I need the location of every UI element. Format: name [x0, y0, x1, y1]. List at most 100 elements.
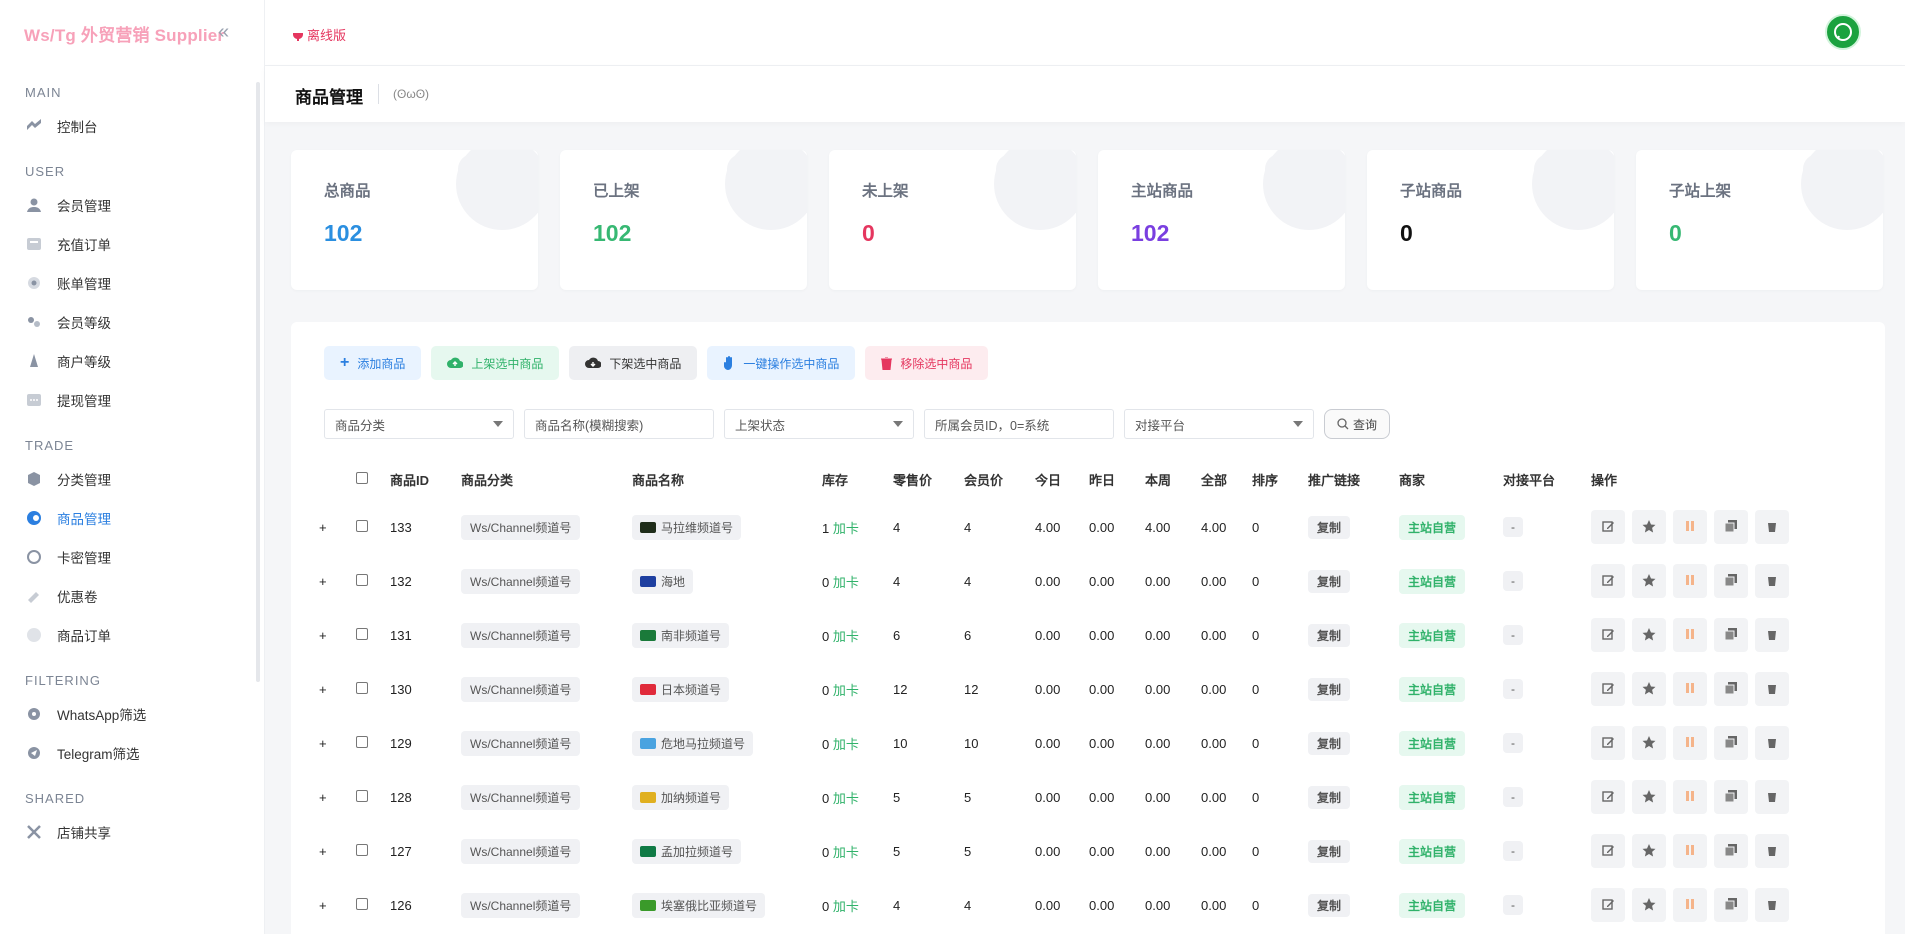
platform-select[interactable]: 对接平台 — [1124, 409, 1314, 439]
category-select[interactable]: 商品分类 — [324, 409, 514, 439]
sidebar-scrollbar[interactable] — [256, 82, 260, 682]
star-button[interactable] — [1632, 564, 1666, 598]
product-name-tag[interactable]: 埃塞俄比亚频道号 — [632, 892, 766, 918]
row-checkbox[interactable] — [356, 735, 368, 748]
copy-link-button[interactable]: 复制 — [1308, 569, 1351, 593]
add-card-link[interactable]: 加卡 — [833, 791, 859, 806]
duplicate-button[interactable] — [1714, 618, 1748, 652]
duplicate-button[interactable] — [1714, 834, 1748, 868]
expand-row-icon[interactable]: + — [317, 500, 356, 554]
star-button[interactable] — [1632, 888, 1666, 922]
star-button[interactable] — [1632, 780, 1666, 814]
star-button[interactable] — [1632, 618, 1666, 652]
query-button[interactable]: 查询 — [1324, 409, 1390, 439]
expand-row-icon[interactable]: + — [317, 878, 356, 932]
sidebar-item[interactable]: 控制台 — [25, 106, 264, 145]
product-name-tag[interactable]: 日本频道号 — [632, 676, 730, 702]
sidebar-item[interactable]: 店铺共享 — [25, 812, 264, 851]
edit-button[interactable] — [1591, 888, 1625, 922]
edit-button[interactable] — [1591, 672, 1625, 706]
sidebar-item[interactable]: 商品管理 — [25, 498, 264, 537]
row-checkbox[interactable] — [356, 897, 368, 910]
offline-badge[interactable]: 离线版 — [293, 25, 346, 44]
expand-row-icon[interactable]: + — [317, 554, 356, 608]
sidebar-item[interactable]: 充值订单 — [25, 224, 264, 263]
duplicate-button[interactable] — [1714, 780, 1748, 814]
expand-row-icon[interactable]: + — [317, 716, 356, 770]
pause-button[interactable] — [1673, 510, 1707, 544]
unlist-selected-button[interactable]: 下架选中商品 — [569, 346, 698, 380]
product-name-tag[interactable]: 南非频道号 — [632, 622, 730, 648]
copy-link-button[interactable]: 复制 — [1308, 839, 1351, 863]
row-checkbox[interactable] — [356, 681, 368, 694]
product-name-tag[interactable]: 马拉维频道号 — [632, 514, 742, 540]
expand-row-icon[interactable]: + — [317, 608, 356, 662]
delete-button[interactable] — [1755, 888, 1789, 922]
pause-button[interactable] — [1673, 618, 1707, 652]
row-checkbox[interactable] — [356, 843, 368, 856]
row-checkbox[interactable] — [356, 789, 368, 802]
pause-button[interactable] — [1673, 726, 1707, 760]
row-checkbox[interactable] — [356, 627, 368, 640]
member-id-input[interactable]: 所属会员ID，0=系统 — [924, 409, 1114, 439]
duplicate-button[interactable] — [1714, 564, 1748, 598]
sidebar-item[interactable]: 优惠卷 — [25, 576, 264, 615]
pause-button[interactable] — [1673, 672, 1707, 706]
add-card-link[interactable]: 加卡 — [833, 845, 859, 860]
sidebar-item[interactable]: 提现管理 — [25, 380, 264, 419]
edit-button[interactable] — [1591, 510, 1625, 544]
add-product-button[interactable]: + 添加商品 — [324, 346, 422, 380]
status-select[interactable]: 上架状态 — [724, 409, 914, 439]
product-name-tag[interactable]: 加纳频道号 — [632, 784, 730, 810]
product-name-tag[interactable]: 危地马拉频道号 — [632, 730, 754, 756]
row-checkbox[interactable] — [356, 573, 368, 586]
edit-button[interactable] — [1591, 618, 1625, 652]
copy-link-button[interactable]: 复制 — [1308, 623, 1351, 647]
duplicate-button[interactable] — [1714, 726, 1748, 760]
star-button[interactable] — [1632, 672, 1666, 706]
bulk-action-button[interactable]: 一键操作选中商品 — [707, 346, 856, 380]
sidebar-item[interactable]: 会员管理 — [25, 185, 264, 224]
star-button[interactable] — [1632, 726, 1666, 760]
edit-button[interactable] — [1591, 564, 1625, 598]
collapse-sidebar-icon[interactable]: « — [218, 22, 238, 42]
expand-row-icon[interactable]: + — [317, 824, 356, 878]
product-name-input[interactable]: 商品名称(模糊搜索) — [524, 409, 714, 439]
delete-button[interactable] — [1755, 510, 1789, 544]
star-button[interactable] — [1632, 834, 1666, 868]
add-card-link[interactable]: 加卡 — [833, 899, 859, 914]
list-selected-button[interactable]: 上架选中商品 — [431, 346, 560, 380]
copy-link-button[interactable]: 复制 — [1308, 515, 1351, 539]
delete-button[interactable] — [1755, 780, 1789, 814]
pause-button[interactable] — [1673, 834, 1707, 868]
expand-row-icon[interactable]: + — [317, 770, 356, 824]
pause-button[interactable] — [1673, 780, 1707, 814]
sidebar-item[interactable]: WhatsApp筛选 — [25, 694, 264, 733]
delete-button[interactable] — [1755, 618, 1789, 652]
copy-link-button[interactable]: 复制 — [1308, 677, 1351, 701]
add-card-link[interactable]: 加卡 — [833, 683, 859, 698]
copy-link-button[interactable]: 复制 — [1308, 785, 1351, 809]
sidebar-item[interactable]: Telegram筛选 — [25, 733, 264, 772]
delete-button[interactable] — [1755, 726, 1789, 760]
row-checkbox[interactable] — [356, 519, 368, 532]
avatar[interactable] — [1825, 14, 1861, 50]
sidebar-item[interactable]: 会员等级 — [25, 302, 264, 341]
star-button[interactable] — [1632, 510, 1666, 544]
add-card-link[interactable]: 加卡 — [833, 629, 859, 644]
pause-button[interactable] — [1673, 888, 1707, 922]
copy-link-button[interactable]: 复制 — [1308, 731, 1351, 755]
duplicate-button[interactable] — [1714, 888, 1748, 922]
sidebar-item[interactable]: 商品订单 — [25, 615, 264, 654]
add-card-link[interactable]: 加卡 — [833, 521, 859, 536]
add-card-link[interactable]: 加卡 — [833, 737, 859, 752]
delete-button[interactable] — [1755, 672, 1789, 706]
delete-button[interactable] — [1755, 564, 1789, 598]
edit-button[interactable] — [1591, 834, 1625, 868]
edit-button[interactable] — [1591, 780, 1625, 814]
duplicate-button[interactable] — [1714, 672, 1748, 706]
edit-button[interactable] — [1591, 726, 1625, 760]
sidebar-item[interactable]: 账单管理 — [25, 263, 264, 302]
product-name-tag[interactable]: 孟加拉频道号 — [632, 838, 742, 864]
sidebar-item[interactable]: 分类管理 — [25, 459, 264, 498]
